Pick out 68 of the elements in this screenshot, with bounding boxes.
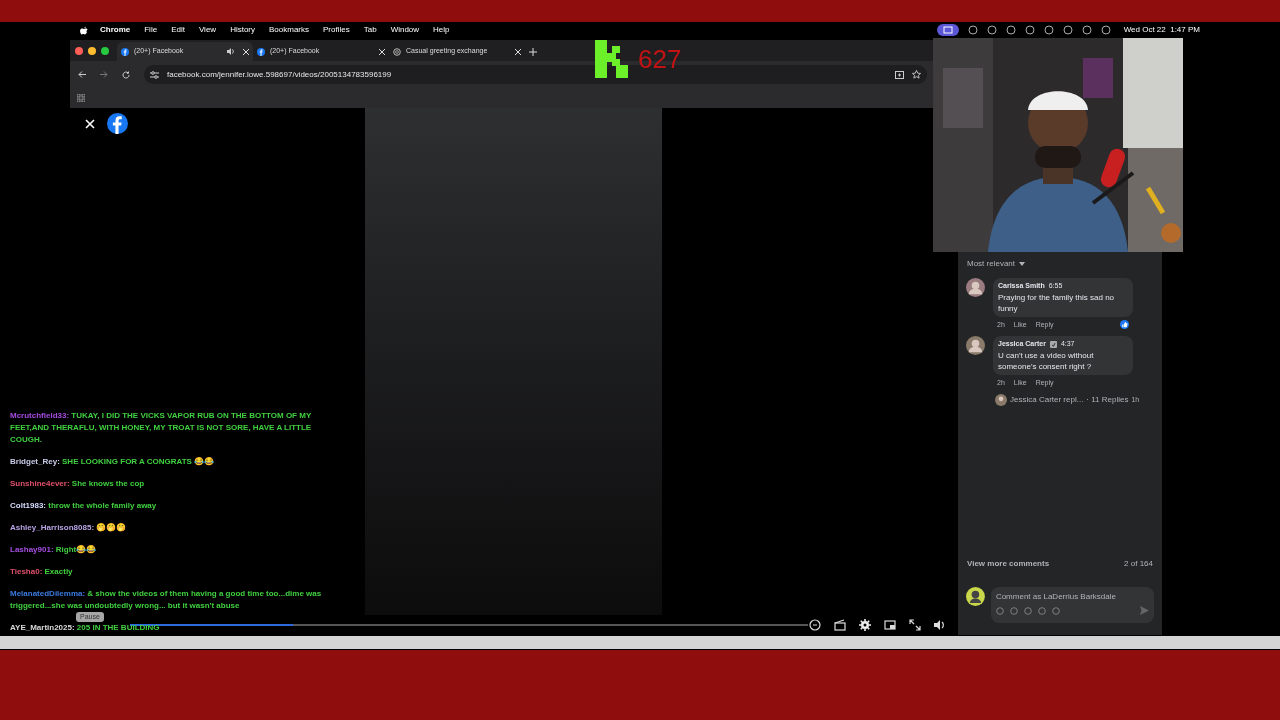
chat-message: Mcrutchfield33: TUKAY, I DID THE VICKS VAPOR RUB ON THE BOTTOM OF MY FEET,AND THERAFLU, WITH HONEY, MY TROAT IS NOT SORE, HAVE A LITTLE COUGH. — [10, 410, 313, 446]
avatar-icon — [966, 336, 985, 355]
chat-message: Colt1983: throw the whole family away — [10, 500, 157, 512]
spiral-icon — [393, 47, 401, 56]
replies-link[interactable]: · 11 Replies — [1086, 394, 1129, 406]
menu-item[interactable]: File — [144, 24, 158, 36]
facebook-logo-icon[interactable] — [107, 113, 128, 134]
picture-in-picture-icon[interactable] — [884, 619, 896, 631]
chat-message: Sunshine4ever: She knows the cop — [10, 478, 145, 490]
chat-message: Lashay901: Right😂😂 — [10, 544, 97, 556]
chat-message: Tiesha0: Exactly — [10, 566, 73, 578]
caption-icon[interactable] — [809, 619, 821, 631]
close-icon[interactable] — [379, 48, 385, 55]
chat-message: MelanatedDilemma: & show the videos of them having a good time too...dime was triggered...she was undoubtedly wrong... but it wasn't abuse — [10, 588, 323, 612]
reply-author[interactable]: Jessica Carter repl... — [1010, 394, 1084, 406]
apple-icon[interactable] — [80, 25, 88, 35]
view-more-link[interactable]: View more comments — [967, 558, 1050, 570]
menu-item[interactable]: Chrome — [100, 24, 131, 36]
status-icon[interactable] — [967, 25, 978, 35]
avatar-icon — [966, 587, 985, 606]
menu-item[interactable]: Help — [433, 24, 450, 36]
menu-item[interactable]: Window — [390, 24, 420, 36]
comment-text: U can't use a video without someone's consent right ? — [998, 349, 1095, 372]
menu-item[interactable]: History — [230, 24, 255, 36]
menu-item[interactable]: Edit — [171, 24, 185, 36]
status-icon[interactable] — [986, 25, 997, 35]
apps-icon[interactable] — [77, 94, 85, 102]
close-icon[interactable] — [243, 48, 249, 55]
screen-share-icon[interactable] — [936, 24, 959, 36]
forward-icon[interactable] — [100, 71, 108, 78]
url-text: facebook.com/jennifer.lowe.598697/videos/2005134783596199 — [167, 68, 392, 81]
facebook-icon — [257, 47, 265, 56]
status-icon[interactable] — [1062, 25, 1073, 35]
clock-text[interactable]: Wed Oct 22 1:47 PM — [1123, 24, 1200, 36]
caret-icon[interactable] — [1019, 262, 1026, 266]
chat-message: Ashley_Harrison8085: 🤭🤭🤭 — [10, 522, 127, 534]
fullscreen-icon[interactable] — [909, 619, 921, 631]
avatar-icon — [966, 278, 985, 297]
tune-icon[interactable] — [150, 70, 159, 79]
facebook-icon — [121, 47, 129, 56]
speaker-icon[interactable] — [227, 48, 235, 55]
comment-field[interactable]: Comment as LaDerrius Barksdale — [990, 587, 1154, 623]
reload-icon[interactable] — [122, 70, 130, 79]
menu-item[interactable]: Tab — [363, 24, 377, 36]
star-icon[interactable] — [912, 70, 921, 79]
chat-message: Bridget_Rey: SHE LOOKING FOR A CONGRATS 😂😂 — [10, 456, 215, 468]
comment-input-field[interactable]: Comment as LaDerrius Barksdale — [995, 591, 1149, 603]
menu-item[interactable]: Bookmarks — [269, 24, 310, 36]
sort-dropdown[interactable]: Most relevant — [967, 258, 1016, 270]
status-icon[interactable] — [1024, 25, 1035, 35]
clapper-icon[interactable] — [834, 619, 846, 631]
menu-item[interactable]: Profiles — [323, 24, 350, 36]
install-icon[interactable] — [895, 70, 904, 79]
status-icon[interactable] — [1005, 25, 1016, 35]
plus-icon[interactable] — [529, 48, 537, 56]
status-icon[interactable] — [1100, 25, 1111, 35]
volume-icon[interactable] — [934, 619, 946, 631]
comment-count: 2 of 164 — [1124, 558, 1153, 570]
close-icon[interactable] — [84, 117, 96, 131]
k-logo-icon — [595, 40, 628, 78]
close-icon[interactable] — [515, 48, 521, 55]
settings-icon[interactable] — [859, 619, 871, 631]
back-icon[interactable] — [78, 71, 86, 78]
avatar-icon — [995, 394, 1007, 406]
status-icon[interactable] — [1081, 25, 1092, 35]
status-icon[interactable] — [1043, 25, 1054, 35]
menu-item[interactable]: View — [198, 24, 217, 36]
comment-text: Praying for the family this sad no funny — [998, 291, 1116, 314]
